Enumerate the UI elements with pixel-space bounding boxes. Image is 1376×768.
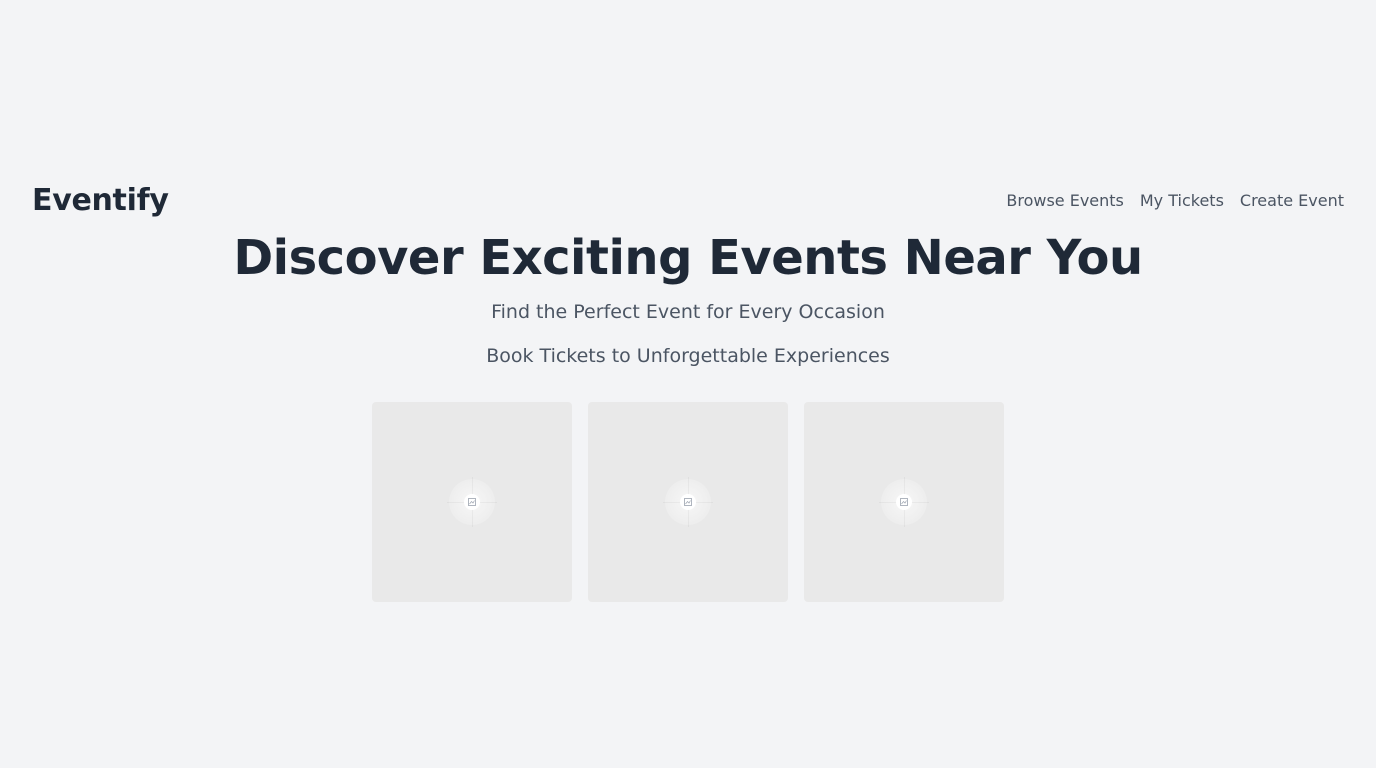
event-cards — [372, 402, 1004, 602]
image-placeholder-icon — [684, 498, 692, 506]
image-placeholder — [447, 477, 497, 527]
site-header: Eventify Browse Events My Tickets Create… — [32, 180, 1344, 220]
event-card[interactable] — [372, 402, 572, 602]
image-placeholder — [663, 477, 713, 527]
hero-tagline: Book Tickets to Unforgettable Experience… — [486, 345, 890, 367]
nav-browse-events[interactable]: Browse Events — [1006, 191, 1124, 210]
image-placeholder-icon — [900, 498, 908, 506]
hero-section: Discover Exciting Events Near You Find t… — [0, 226, 1376, 370]
image-placeholder-icon — [468, 498, 476, 506]
main-nav: Browse Events My Tickets Create Event — [1006, 191, 1344, 210]
hero-subtitle: Find the Perfect Event for Every Occasio… — [491, 301, 885, 323]
nav-my-tickets[interactable]: My Tickets — [1140, 191, 1224, 210]
hero-title: Discover Exciting Events Near You — [233, 230, 1143, 286]
event-card[interactable] — [804, 402, 1004, 602]
page: Eventify Browse Events My Tickets Create… — [0, 0, 1376, 768]
nav-create-event[interactable]: Create Event — [1240, 191, 1344, 210]
brand-logo[interactable]: Eventify — [32, 183, 169, 218]
event-card[interactable] — [588, 402, 788, 602]
image-placeholder — [879, 477, 929, 527]
